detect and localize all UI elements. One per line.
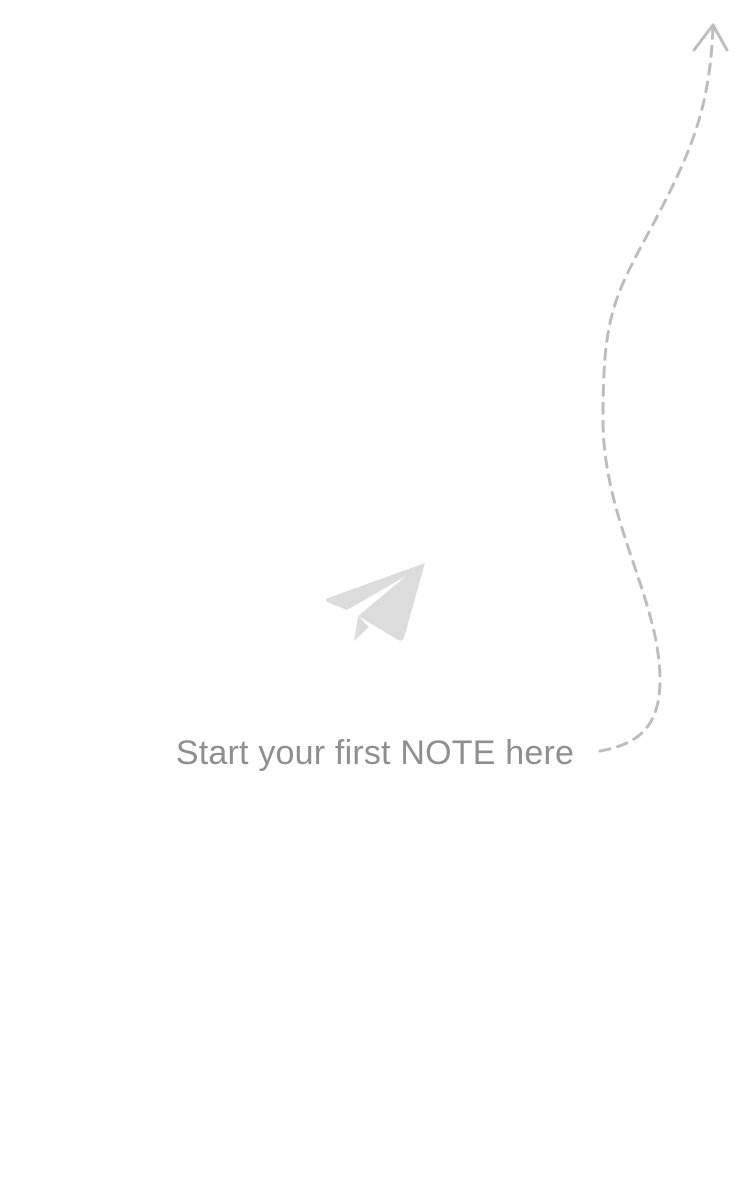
empty-notes-screen: Start your first NOTE here (0, 0, 750, 1204)
empty-state-message: Start your first NOTE here (175, 734, 575, 772)
paper-plane-icon (326, 563, 425, 641)
